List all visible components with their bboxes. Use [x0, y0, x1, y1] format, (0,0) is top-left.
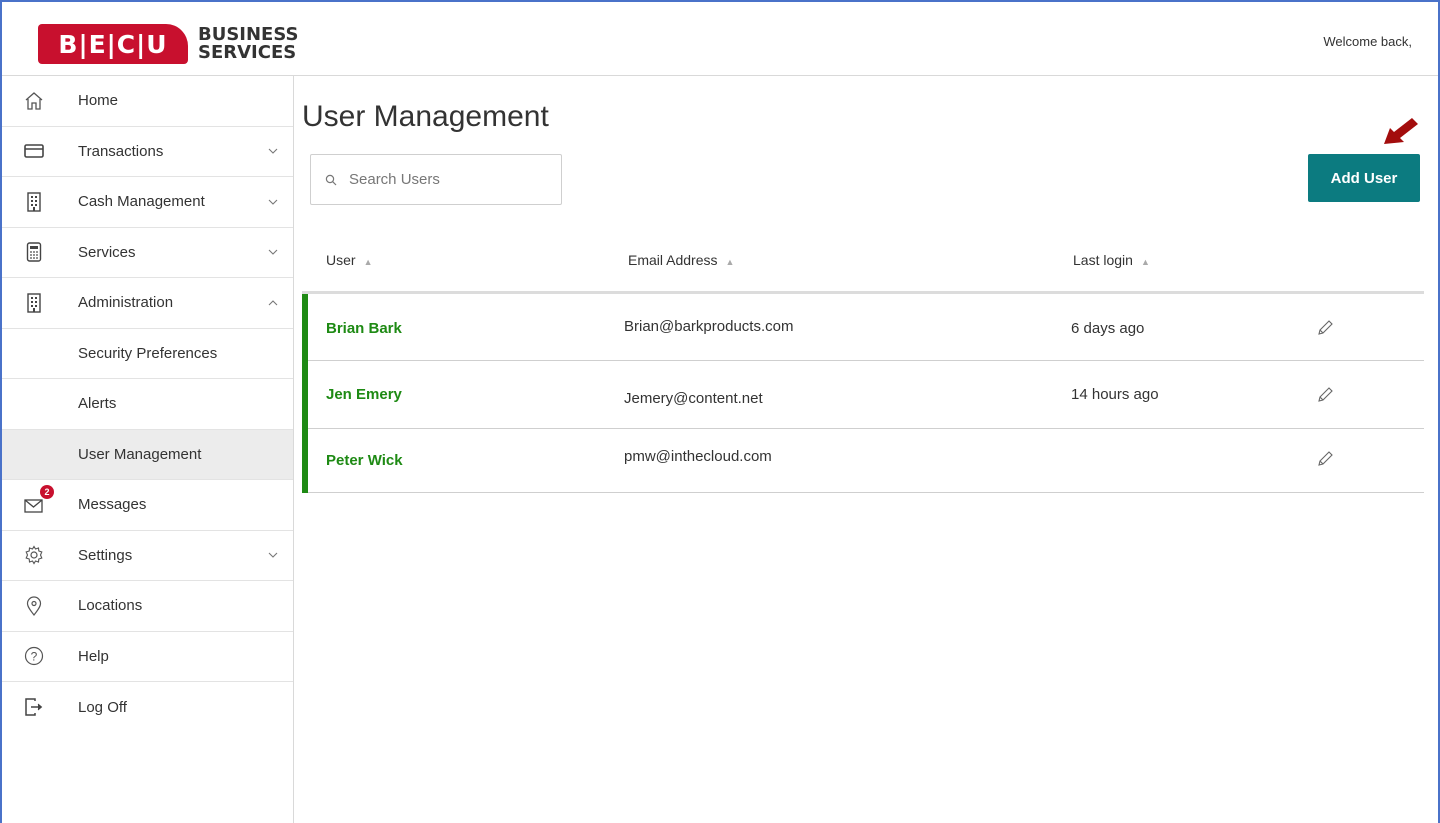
user-name-link[interactable]: Peter Wick	[326, 452, 403, 469]
logo-letters: B|E|C|U	[58, 29, 168, 59]
user-last-login: 6 days ago	[1071, 320, 1145, 337]
chevron-down-icon[interactable]	[267, 196, 279, 208]
sidebar-item-label: Help	[78, 647, 109, 665]
column-header-email[interactable]: Email Address ▲	[628, 252, 734, 268]
sidebar-item-transactions[interactable]: Transactions	[2, 127, 293, 177]
sidebar-item-cash-management[interactable]: Cash Management	[2, 177, 293, 228]
logout-icon	[24, 697, 44, 717]
sidebar-item-administration[interactable]: Administration	[2, 278, 293, 329]
column-header-label: Last login	[1073, 252, 1133, 268]
edit-pencil-icon[interactable]	[1316, 450, 1334, 468]
sort-up-icon: ▲	[1140, 257, 1150, 267]
chevron-down-icon[interactable]	[267, 145, 279, 157]
column-header-label: User	[326, 252, 356, 268]
sidebar-nav: Home Transactions Cash Management Servic…	[2, 76, 294, 823]
sidebar-item-label: Locations	[78, 597, 143, 615]
sidebar-item-settings[interactable]: Settings	[2, 531, 293, 581]
sidebar-item-services[interactable]: Services	[2, 228, 293, 278]
sidebar-item-label: Home	[78, 92, 119, 110]
user-email: pmw@inthecloud.com	[624, 448, 772, 465]
table-row[interactable]: Peter Wick pmw@inthecloud.com	[308, 429, 1424, 493]
home-icon	[24, 91, 44, 111]
sidebar-item-label: User Management	[78, 445, 202, 463]
sidebar-item-log-off[interactable]: Log Off	[2, 682, 293, 733]
unread-count-badge: 2	[40, 484, 54, 499]
table-row[interactable]: Jen Emery Jemery@content.net 14 hours ag…	[308, 361, 1424, 429]
edit-pencil-icon[interactable]	[1316, 386, 1334, 404]
sidebar-item-help[interactable]: ? Help	[2, 632, 293, 682]
building-icon	[24, 192, 44, 212]
sort-up-icon: ▲	[725, 257, 735, 267]
logo-badge: B|E|C|U	[38, 24, 188, 64]
sidebar-item-label: Log Off	[78, 698, 127, 716]
envelope-icon: 2	[24, 484, 54, 515]
user-name-link[interactable]: Jen Emery	[326, 386, 402, 403]
table-row[interactable]: Brian Bark Brian@barkproducts.com 6 days…	[308, 294, 1424, 361]
main-content: User Management Add User User ▲ Email Add…	[294, 76, 1438, 823]
sort-up-icon: ▲	[363, 257, 373, 267]
column-header-user[interactable]: User ▲	[326, 252, 372, 268]
annotation-arrow-icon	[1384, 118, 1418, 144]
user-table-body: Brian Bark Brian@barkproducts.com 6 days…	[302, 294, 1424, 493]
table-header: User ▲ Email Address ▲ Last login ▲	[302, 246, 1424, 294]
sidebar-item-label: Services	[78, 243, 136, 261]
logo-text: BUSINESS SERVICES	[198, 26, 298, 62]
add-user-button[interactable]: Add User	[1308, 154, 1420, 202]
search-icon	[325, 174, 337, 185]
sidebar-item-label: Administration	[78, 294, 174, 312]
column-header-last-login[interactable]: Last login ▲	[1073, 252, 1150, 268]
chevron-down-icon[interactable]	[267, 549, 279, 561]
building-icon	[24, 293, 44, 313]
chevron-up-icon[interactable]	[267, 297, 279, 309]
sidebar-item-label: Messages	[78, 496, 147, 514]
sidebar-item-label: Transactions	[78, 142, 164, 160]
sidebar-item-label: Alerts	[78, 395, 117, 413]
user-email: Brian@barkproducts.com	[624, 318, 794, 335]
user-name-link[interactable]: Brian Bark	[326, 320, 402, 337]
user-email: Jemery@content.net	[624, 390, 763, 407]
search-box[interactable]	[310, 154, 562, 205]
top-header: B|E|C|U BUSINESS SERVICES Welcome back,	[2, 2, 1438, 76]
sidebar-item-label: Settings	[78, 546, 133, 564]
search-input[interactable]	[349, 171, 539, 188]
location-pin-icon	[24, 596, 44, 616]
sidebar-item-locations[interactable]: Locations	[2, 581, 293, 632]
calculator-icon	[24, 242, 44, 262]
gear-icon	[24, 545, 44, 565]
logo-line-2: SERVICES	[198, 42, 297, 63]
sidebar-item-user-management[interactable]: User Management	[2, 429, 293, 480]
page-title: User Management	[302, 100, 549, 133]
sidebar-item-messages[interactable]: 2 Messages	[2, 480, 293, 531]
edit-pencil-icon[interactable]	[1316, 319, 1334, 337]
sidebar-item-label: Security Preferences	[78, 344, 218, 362]
card-icon	[24, 141, 44, 161]
svg-text:?: ?	[31, 650, 38, 664]
becu-logo[interactable]: B|E|C|U BUSINESS SERVICES	[38, 22, 298, 66]
chevron-down-icon[interactable]	[267, 246, 279, 258]
welcome-message: Welcome back,	[1323, 34, 1412, 49]
sidebar-item-alerts[interactable]: Alerts	[2, 379, 293, 430]
help-icon: ?	[24, 646, 44, 666]
sidebar-item-label: Cash Management	[78, 193, 205, 211]
user-last-login: 14 hours ago	[1071, 386, 1159, 403]
sidebar-item-home[interactable]: Home	[2, 76, 293, 127]
column-header-label: Email Address	[628, 252, 718, 268]
sidebar-item-security-preferences[interactable]: Security Preferences	[2, 329, 293, 379]
